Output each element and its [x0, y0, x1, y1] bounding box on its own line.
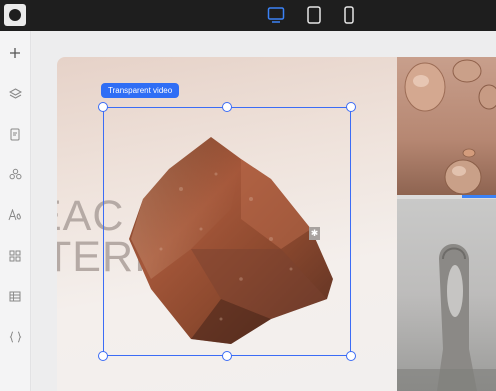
typography-icon	[8, 209, 21, 221]
pebbles-frame[interactable]	[397, 57, 496, 195]
frame-scroll-indicator	[462, 195, 496, 198]
tablet-icon	[307, 6, 321, 24]
tablet-view-button[interactable]	[304, 5, 324, 25]
cms-table-button[interactable]	[5, 286, 25, 306]
resize-handle-top[interactable]	[222, 102, 232, 112]
plus-icon	[10, 48, 20, 58]
sculpture-frame[interactable]	[397, 199, 496, 391]
desktop-view-button[interactable]	[263, 5, 289, 25]
selection-box[interactable]	[98, 102, 356, 361]
apps-icon	[9, 250, 21, 262]
apps-button[interactable]	[5, 246, 25, 266]
resize-handle-top-left[interactable]	[98, 102, 108, 112]
page-icon	[10, 128, 20, 140]
resize-handle-top-right[interactable]	[346, 102, 356, 112]
typography-button[interactable]	[5, 205, 25, 225]
components-icon	[9, 168, 22, 180]
pebbles-image	[404, 59, 496, 195]
app-logo[interactable]	[4, 4, 26, 26]
layers-icon	[8, 88, 22, 99]
code-button[interactable]	[5, 327, 25, 347]
sculpture-image	[397, 244, 496, 391]
desktop-icon	[267, 7, 285, 23]
code-braces-icon	[9, 331, 21, 343]
table-icon	[9, 291, 21, 301]
top-toolbar	[0, 0, 496, 31]
design-canvas[interactable]: EAC HEIG TERI 05.25	[32, 31, 496, 391]
selection-label[interactable]: Transparent video	[101, 83, 180, 98]
pages-button[interactable]	[5, 124, 25, 144]
left-sidebar	[0, 31, 31, 391]
layers-button[interactable]	[5, 84, 25, 104]
resize-handle-bottom[interactable]	[222, 351, 232, 361]
components-button[interactable]	[5, 164, 25, 184]
mobile-icon	[344, 6, 354, 24]
add-element-button[interactable]	[5, 43, 25, 63]
resize-handle-bottom-right[interactable]	[346, 351, 356, 361]
resize-handle-bottom-left[interactable]	[98, 351, 108, 361]
mobile-view-button[interactable]	[340, 5, 358, 25]
